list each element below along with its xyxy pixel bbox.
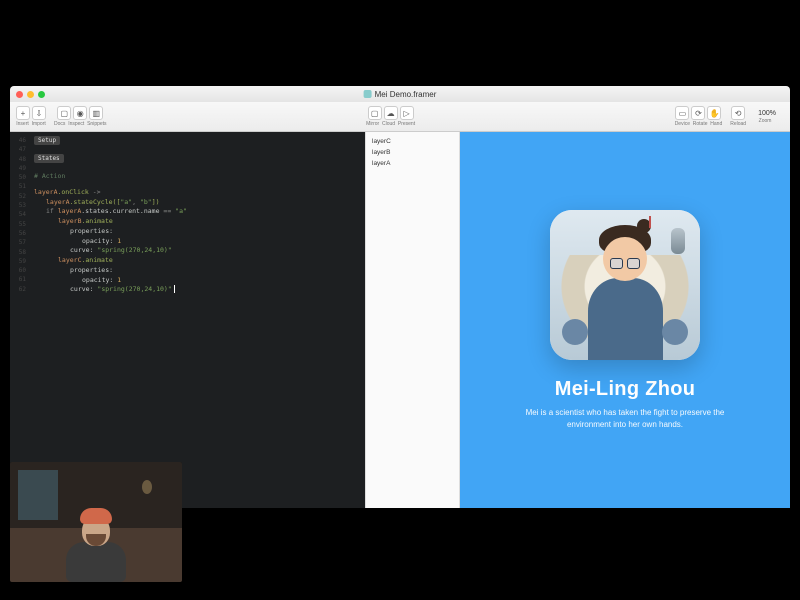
reload-button[interactable]: ⟲: [731, 106, 745, 120]
device-button[interactable]: ▭: [675, 106, 689, 120]
toolbar: + ⇩ Insert Import ▢ ◉ ▥ Docs Inspect Sni…: [10, 102, 790, 132]
line-gutter: 4647484950515253545556575859606162: [10, 132, 30, 508]
present-button[interactable]: ▷: [400, 106, 414, 120]
presenter: [56, 504, 136, 582]
mirror-button[interactable]: ▢: [368, 106, 382, 120]
minimize-icon[interactable]: [27, 91, 34, 98]
webcam-overlay: [10, 462, 182, 582]
zoom-value[interactable]: 100%: [758, 110, 776, 117]
hand-button[interactable]: ✋: [707, 106, 721, 120]
code-comment: # Action: [34, 172, 361, 182]
preview-canvas[interactable]: Mei-Ling Zhou Mei is a scientist who has…: [460, 132, 790, 508]
layer-panel[interactable]: layerC layerB layerA: [365, 132, 460, 508]
fold-states[interactable]: States: [34, 154, 64, 163]
layer-item[interactable]: layerC: [372, 136, 453, 147]
character-image: [550, 210, 700, 360]
document-icon: [364, 90, 372, 98]
window-title-text: Mei Demo.framer: [375, 90, 437, 99]
layer-item[interactable]: layerB: [372, 147, 453, 158]
cloud-button[interactable]: ☁: [384, 106, 398, 120]
text-cursor: [174, 285, 175, 293]
code-body[interactable]: Setup States # Action layerA.onClick -> …: [10, 132, 365, 299]
import-button[interactable]: ⇩: [32, 106, 46, 120]
main-area: 4647484950515253545556575859606162 Setup…: [10, 132, 790, 508]
window-title: Mei Demo.framer: [364, 90, 437, 99]
inspect-button[interactable]: ◉: [73, 106, 87, 120]
layer-item[interactable]: layerA: [372, 158, 453, 169]
rotate-button[interactable]: ⟳: [691, 106, 705, 120]
traffic-lights[interactable]: [16, 91, 45, 98]
docs-button[interactable]: ▢: [57, 106, 71, 120]
close-icon[interactable]: [16, 91, 23, 98]
titlebar: Mei Demo.framer: [10, 86, 790, 102]
fold-setup[interactable]: Setup: [34, 136, 60, 145]
hero-card[interactable]: [550, 210, 700, 360]
code-editor[interactable]: 4647484950515253545556575859606162 Setup…: [10, 132, 365, 508]
hero-title: Mei-Ling Zhou: [555, 378, 696, 401]
snippets-button[interactable]: ▥: [89, 106, 103, 120]
hero-subtitle: Mei is a scientist who has taken the fig…: [505, 407, 745, 429]
fullscreen-icon[interactable]: [38, 91, 45, 98]
insert-button[interactable]: +: [16, 106, 30, 120]
app-window: Mei Demo.framer + ⇩ Insert Import ▢ ◉ ▥ …: [10, 86, 790, 508]
